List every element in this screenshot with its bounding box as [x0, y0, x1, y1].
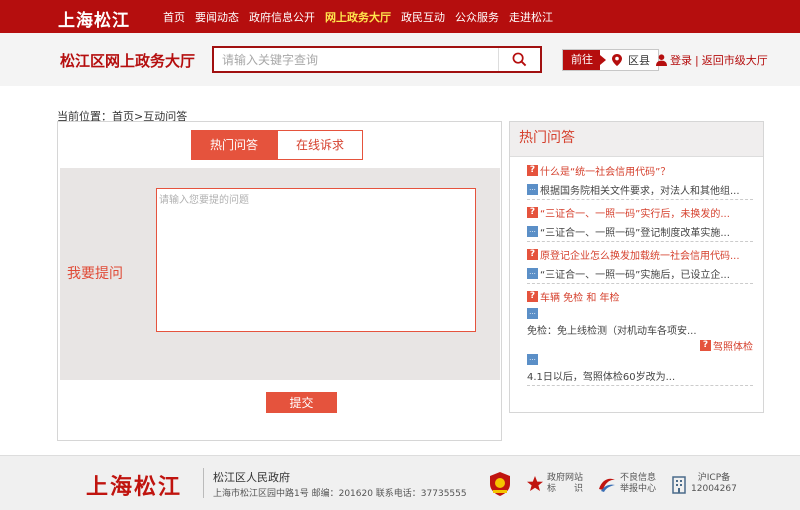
- footer-divider: [203, 468, 204, 498]
- qa-question-link[interactable]: ? 驾照体检: [527, 338, 753, 353]
- tab-hot-qa[interactable]: 热门问答: [191, 130, 277, 160]
- ask-question-label: 我要提问: [67, 266, 123, 282]
- site-logo[interactable]: 上海松江: [58, 6, 130, 31]
- nav-item-public-service[interactable]: 公众服务: [450, 9, 504, 25]
- search-button[interactable]: [498, 48, 540, 71]
- user-links: 登录 | 返回市级大厅: [656, 52, 768, 68]
- building-icon: [672, 476, 686, 494]
- ask-form-area: 我要提问: [60, 168, 500, 380]
- qa-question-text: “三证合一、一照一码”实行后，未换发的...: [540, 208, 730, 220]
- list-item: ? 原登记企业怎么换发加载统一社会信用代码... ... “三证合一、一照一码”…: [527, 247, 753, 284]
- qa-answer-text[interactable]: 免检：免上线检测（对机动车各项安...: [527, 322, 753, 336]
- question-icon: ?: [527, 164, 538, 176]
- back-city-hall-link[interactable]: 返回市级大厅: [702, 52, 768, 68]
- qa-tabs: 热门问答 在线诉求: [191, 130, 363, 160]
- footer-address: 上海市松江区园中路1号 邮编：201620 联系电话：37735555: [213, 489, 467, 499]
- qa-question-link[interactable]: ? 原登记企业怎么换发加载统一社会信用代码...: [527, 247, 753, 261]
- search-icon: [512, 52, 527, 67]
- region-label: 区县: [628, 54, 650, 67]
- region-dropdown[interactable]: 区县: [600, 50, 658, 70]
- gov-star-icon: [527, 476, 543, 491]
- location-pin-icon: [612, 54, 622, 66]
- answer-icon: ...: [527, 353, 538, 365]
- qa-list: ? 什么是“统一社会信用代码”？ ... 根据国务院相关文件要求，对法人和其他组…: [510, 157, 763, 386]
- question-icon: ?: [527, 290, 538, 302]
- goto-label: 前往: [563, 50, 606, 70]
- question-icon: ?: [700, 339, 711, 351]
- party-gov-badge[interactable]: [488, 471, 512, 497]
- header-band: 松江区网上政务大厅 前往 区县 登录 | 返回市级大厅: [0, 33, 800, 86]
- gov-site-identifier[interactable]: 政府网站 标 识: [526, 473, 583, 495]
- list-item: ? 车辆 免检 和 年检 ... 免检：免上线检测（对机动车各项安... ? 驾…: [527, 289, 753, 386]
- tab-online-appeal[interactable]: 在线诉求: [277, 130, 363, 160]
- question-icon: ?: [527, 206, 538, 218]
- answer-icon: ...: [527, 225, 538, 237]
- goto-region-selector[interactable]: 前往 区县: [562, 49, 659, 71]
- list-item: ? “三证合一、一照一码”实行后，未换发的... ... “三证合一、一照一码”…: [527, 205, 753, 242]
- qa-answer-link[interactable]: ...: [527, 352, 753, 366]
- qa-question-link[interactable]: ? “三证合一、一照一码”实行后，未换发的...: [527, 205, 753, 219]
- login-link[interactable]: 登录: [670, 52, 692, 68]
- qa-answer-text: “三证合一、一照一码”实施后，已设立企...: [540, 269, 730, 281]
- submit-button[interactable]: 提交: [266, 392, 337, 413]
- nav-item-info-public[interactable]: 政府信息公开: [244, 9, 320, 25]
- hot-qa-panel: 热门问答 ? 什么是“统一社会信用代码”？ ... 根据国务院相关文件要求，对法…: [509, 121, 764, 413]
- link-separator: |: [695, 53, 699, 67]
- emblem-icon: [490, 472, 510, 496]
- gov-site-identifier-text: 政府网站 标 识: [547, 473, 584, 494]
- icp-record-text: 沪ICP备 12004267: [691, 473, 737, 494]
- main-nav: 首页 要闻动态 政府信息公开 网上政务大厅 政民互动 公众服务 走进松江: [158, 0, 558, 33]
- nav-item-interaction[interactable]: 政民互动: [396, 9, 450, 25]
- nav-item-home[interactable]: 首页: [158, 9, 190, 25]
- question-textarea[interactable]: [156, 188, 476, 332]
- qa-question-link[interactable]: ? 车辆 免检 和 年检: [527, 289, 753, 303]
- top-nav-bar: 上海松江 首页 要闻动态 政府信息公开 网上政务大厅 政民互动 公众服务 走进松…: [0, 0, 800, 33]
- ask-panel: 热门问答 在线诉求 我要提问 提交: [57, 121, 502, 441]
- bad-info-report[interactable]: 不良信息 举报中心: [597, 473, 656, 495]
- nav-item-online-hall[interactable]: 网上政务大厅: [320, 9, 396, 25]
- answer-icon-row: ...: [527, 306, 753, 320]
- footer-logo: 上海松江: [86, 474, 183, 500]
- footer: 上海松江 松江区人民政府 上海市松江区园中路1号 邮编：201620 联系电话：…: [0, 455, 800, 510]
- answer-icon: ...: [527, 267, 538, 279]
- question-icon: ?: [527, 248, 538, 260]
- qa-question-text: 车辆 免检 和 年检: [540, 292, 620, 304]
- nav-item-about[interactable]: 走进松江: [504, 9, 558, 25]
- qa-answer-text: “三证合一、一照一码”登记制度改革实施...: [540, 227, 730, 239]
- bad-info-report-text: 不良信息 举报中心: [620, 473, 657, 494]
- user-icon: [656, 54, 667, 66]
- icp-record[interactable]: 沪ICP备 12004267: [670, 473, 737, 495]
- page-title: 松江区网上政务大厅: [60, 52, 196, 70]
- footer-org-name: 松江区人民政府: [213, 471, 290, 484]
- list-item: ? 什么是“统一社会信用代码”？ ... 根据国务院相关文件要求，对法人和其他组…: [527, 163, 753, 200]
- qa-answer-link[interactable]: ... “三证合一、一照一码”实施后，已设立企...: [527, 266, 753, 280]
- qa-question-text: 什么是“统一社会信用代码”？: [540, 166, 671, 178]
- answer-icon: ...: [527, 183, 538, 195]
- qa-answer-text: 根据国务院相关文件要求，对法人和其他组...: [540, 185, 740, 197]
- nav-item-news[interactable]: 要闻动态: [190, 9, 244, 25]
- qa-question-text: 驾照体检: [713, 341, 753, 353]
- report-center-icon: [599, 478, 616, 492]
- search-input[interactable]: [214, 48, 500, 71]
- hot-qa-title: 热门问答: [510, 122, 763, 157]
- footer-badges: 政府网站 标 识 不良信息 举报中心 沪ICP备 12004267: [488, 471, 751, 497]
- qa-question-link[interactable]: ? 什么是“统一社会信用代码”？: [527, 163, 753, 177]
- qa-answer-link[interactable]: ... “三证合一、一照一码”登记制度改革实施...: [527, 224, 753, 238]
- qa-question-text: 原登记企业怎么换发加载统一社会信用代码...: [540, 250, 740, 262]
- answer-icon: ...: [527, 307, 538, 319]
- qa-answer-text[interactable]: 4.1日以后，驾照体检60岁改为...: [527, 368, 753, 382]
- search-box: [212, 46, 542, 73]
- qa-answer-link[interactable]: ... 根据国务院相关文件要求，对法人和其他组...: [527, 182, 753, 196]
